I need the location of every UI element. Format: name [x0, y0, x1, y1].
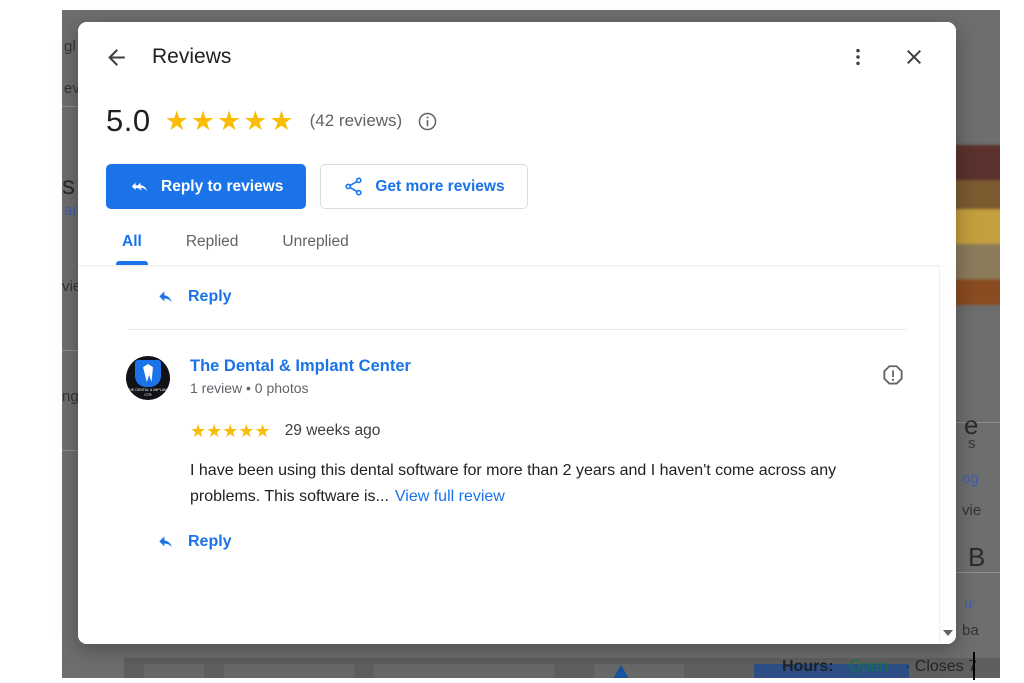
reviews-list[interactable]: Reply THE DENTAL & IMPLANT CTR The Denta…: [78, 265, 956, 644]
action-buttons: Reply to reviews Get more reviews: [78, 150, 956, 209]
filter-tabs: All Replied Unreplied: [78, 209, 956, 265]
background-fragment: ng: [62, 388, 79, 405]
background-fragment: ar: [64, 202, 78, 219]
background-fragment: vie: [962, 502, 982, 519]
overflow-menu-button[interactable]: [836, 35, 880, 79]
get-more-reviews-label: Get more reviews: [375, 177, 505, 195]
page-title: Reviews: [152, 45, 232, 68]
reply-icon: [159, 536, 172, 548]
background-fragment: gl: [64, 38, 76, 55]
review-age: 29 weeks ago: [284, 422, 381, 439]
view-full-review-link[interactable]: View full review: [395, 488, 505, 505]
background-hours-status: Open: [849, 658, 889, 675]
rating-info-button[interactable]: [416, 110, 438, 132]
background-sign-icon: [607, 665, 635, 678]
background-hours-detail: · Closes 7: [905, 658, 978, 675]
reviewer-stats: 1 review • 0 photos: [190, 380, 309, 396]
more-vert-icon: [856, 48, 860, 66]
reply-link-review-label: Reply: [188, 533, 232, 550]
rating-summary: 5.0 ★★★★★ (42 reviews): [78, 92, 956, 150]
avatar-label: THE DENTAL & IMPLANT CTR: [127, 388, 169, 397]
reviews-modal: Reviews 5.0 ★★★★★ (42 reviews) Reply to …: [78, 22, 956, 644]
text-cursor: [973, 652, 975, 680]
reply-all-icon: [131, 182, 148, 191]
modal-scrollbar[interactable]: [939, 265, 956, 644]
tab-unreplied[interactable]: Unreplied: [266, 233, 364, 265]
reply-to-reviews-label: Reply to reviews: [161, 177, 284, 195]
reviewer-name[interactable]: The Dental & Implant Center: [190, 356, 908, 376]
background-fragment: s: [62, 170, 75, 200]
review-body-text: I have been using this dental software f…: [190, 462, 837, 505]
info-icon: [418, 112, 437, 130]
modal-header: Reviews 5.0 ★★★★★ (42 reviews) Reply to …: [78, 22, 956, 265]
arrow-left-icon: [107, 48, 125, 66]
reply-link-top[interactable]: Reply: [126, 265, 232, 329]
review-stars: ★★★★★: [190, 421, 271, 441]
close-button[interactable]: [892, 35, 936, 79]
background-fragment: s: [968, 435, 976, 452]
get-more-reviews-button[interactable]: Get more reviews: [320, 164, 528, 209]
tab-all[interactable]: All: [106, 233, 158, 265]
share-icon: [345, 177, 362, 196]
avatar: THE DENTAL & IMPLANT CTR: [126, 356, 170, 400]
background-fragment: B: [968, 542, 986, 572]
scrollbar-down-button[interactable]: [940, 625, 956, 640]
reply-link-review[interactable]: Reply: [126, 510, 232, 574]
background-hours-label: Hours:: [782, 658, 834, 675]
review-count-label: (42 reviews): [309, 111, 403, 130]
back-button[interactable]: [94, 35, 138, 79]
background-fragment: og: [962, 470, 979, 487]
rating-score: 5.0: [106, 103, 151, 138]
report-review-button[interactable]: [880, 363, 906, 389]
rating-stars: ★★★★★: [164, 105, 296, 136]
reply-link-top-label: Reply: [188, 288, 232, 305]
review-body: I have been using this dental software f…: [190, 458, 908, 510]
review-header: THE DENTAL & IMPLANT CTR The Dental & Im…: [126, 356, 908, 400]
modal-titlebar: Reviews: [78, 22, 956, 92]
review-rating-row: ★★★★★ 29 weeks ago: [190, 422, 908, 440]
report-octagon-icon: [883, 365, 903, 385]
reply-icon: [159, 291, 172, 303]
screen: gl ev s ar vie ng e s og vie Bu ba Hours: Open · Cl…: [0, 0, 1024, 683]
tab-replied[interactable]: Replied: [170, 233, 255, 265]
close-icon: [907, 50, 921, 64]
background-fragment: u: [964, 595, 973, 612]
review-item: THE DENTAL & IMPLANT CTR The Dental & Im…: [126, 330, 908, 578]
reviewer-meta: The Dental & Implant Center 1 review • 0…: [190, 356, 908, 396]
reply-to-reviews-button[interactable]: Reply to reviews: [106, 164, 307, 209]
background-fragment: ba: [962, 622, 979, 639]
